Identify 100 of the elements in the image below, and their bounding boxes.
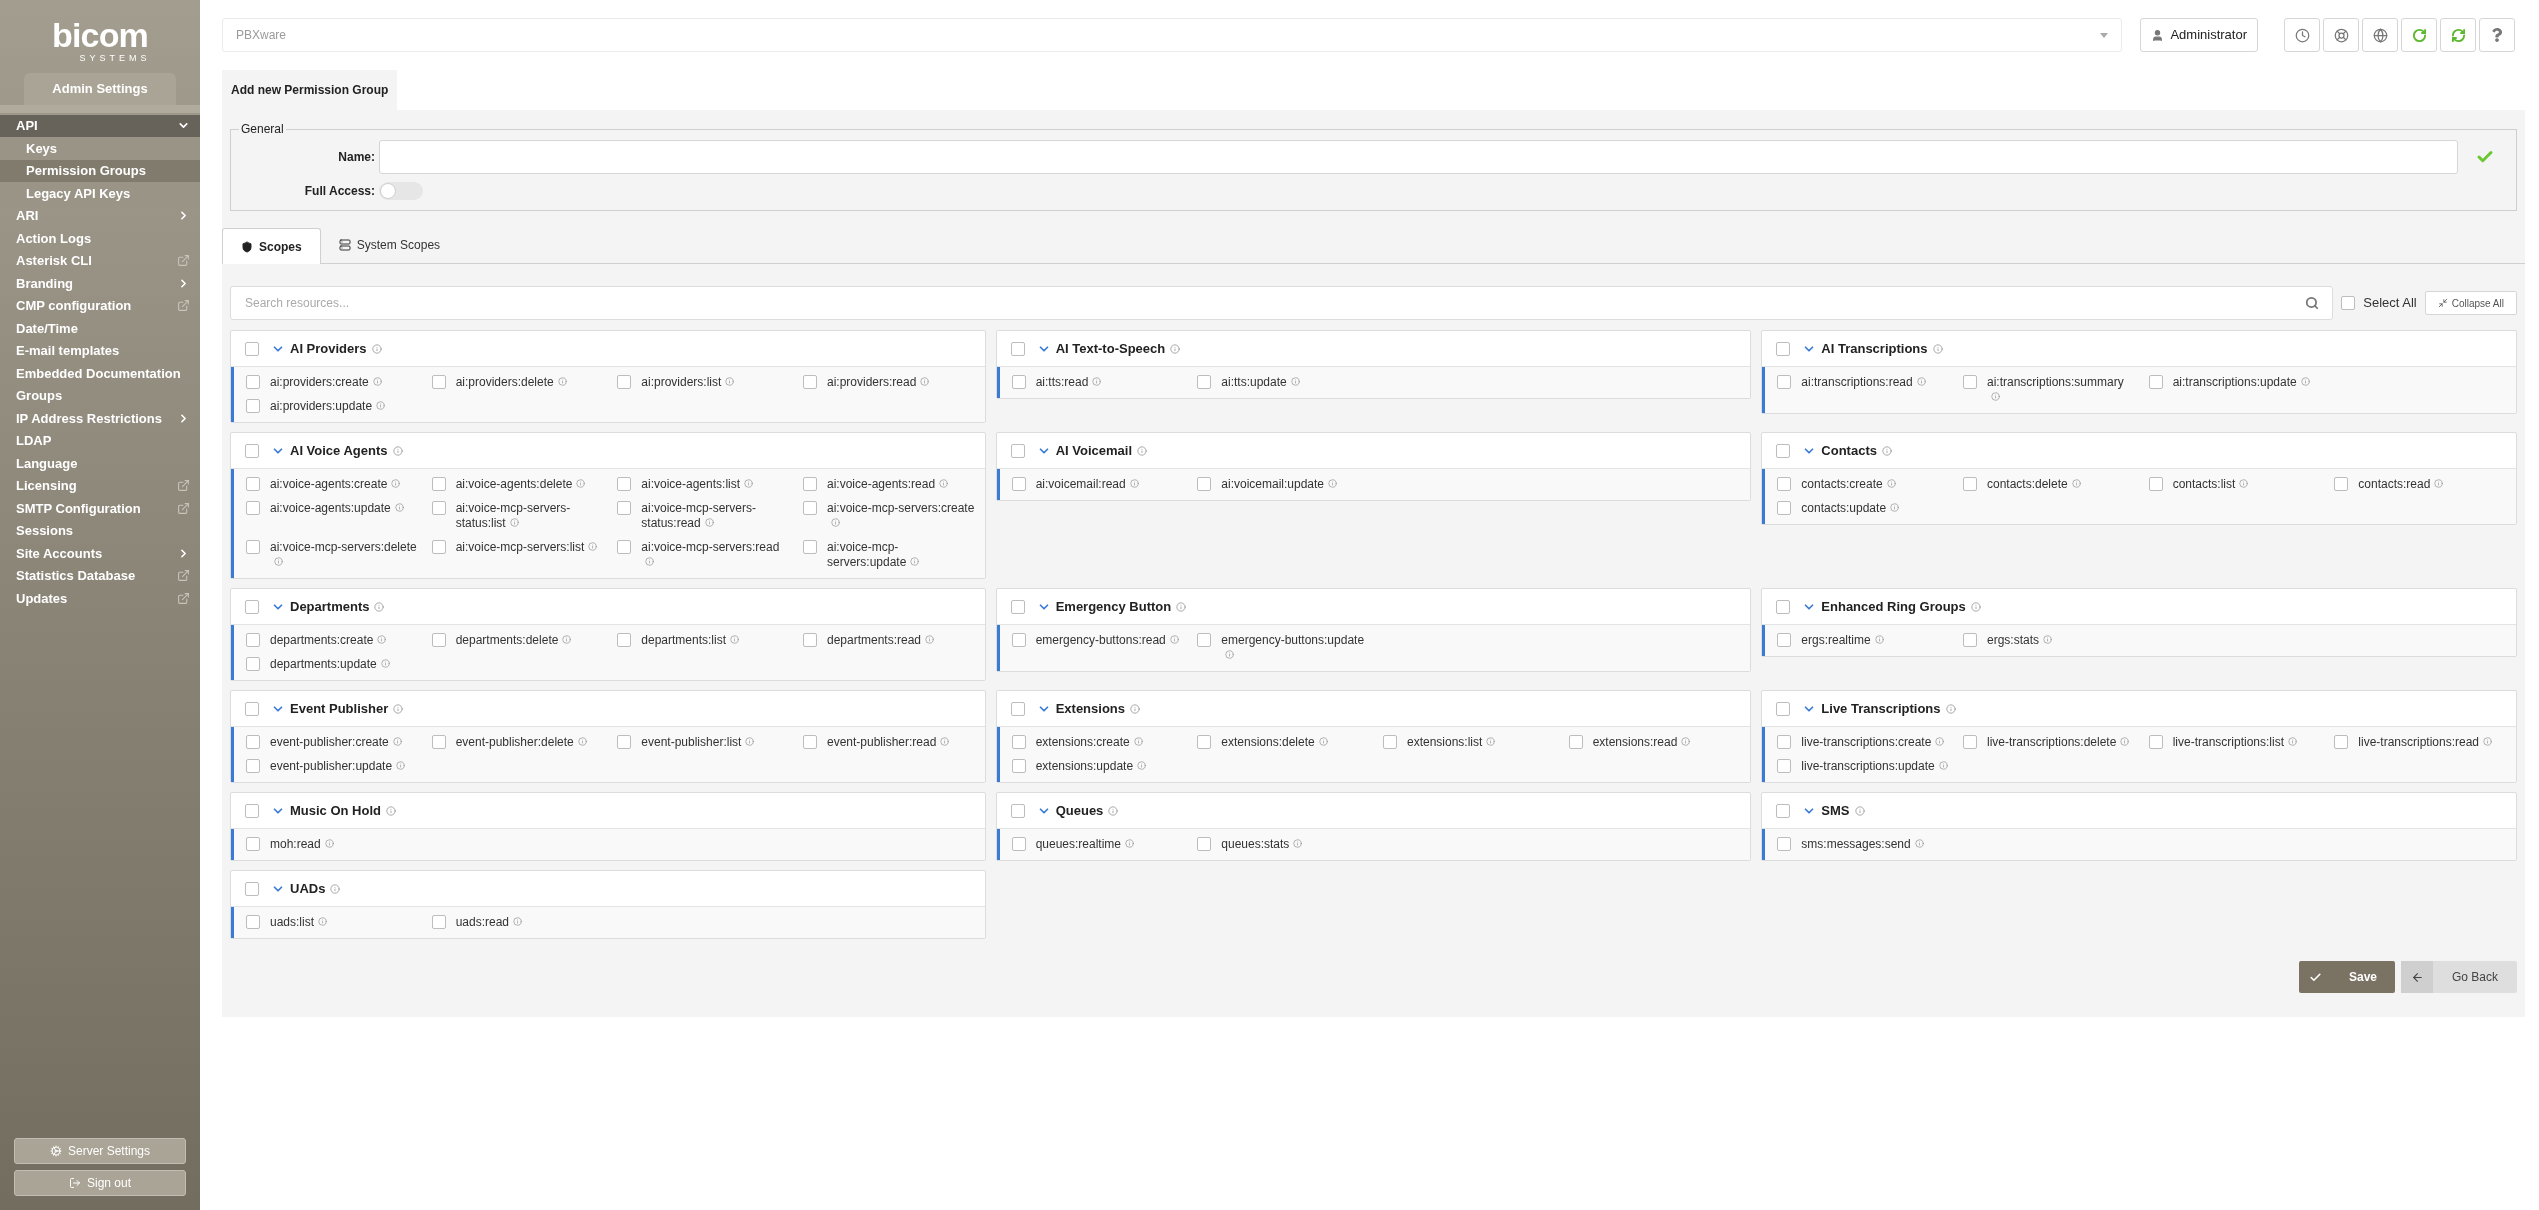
scope-checkbox[interactable]	[2334, 477, 2349, 491]
group-checkbox[interactable]	[1010, 701, 1025, 716]
sidebar-item[interactable]: Groups	[0, 384, 200, 407]
scope-checkbox[interactable]	[1777, 501, 1792, 515]
group-checkbox[interactable]	[1010, 443, 1025, 458]
help-button[interactable]	[2479, 18, 2515, 52]
group-toggle[interactable]: Event Publisher	[271, 698, 404, 719]
scope-checkbox[interactable]	[803, 477, 817, 491]
scope-checkbox[interactable]	[617, 540, 632, 554]
sidebar-item[interactable]: E-mail templates	[0, 339, 200, 362]
search-field[interactable]: Search resources...	[230, 286, 2334, 320]
sidebar-item[interactable]: LDAP	[0, 429, 200, 452]
sidebar-item[interactable]: Statistics Database	[0, 564, 200, 587]
group-checkbox[interactable]	[245, 443, 259, 458]
refresh-button[interactable]	[2440, 18, 2476, 52]
sign-out-button[interactable]: Sign out	[14, 1170, 186, 1196]
scope-checkbox[interactable]	[1777, 375, 1792, 389]
sidebar-item[interactable]: Licensing	[0, 474, 200, 497]
group-checkbox[interactable]	[1010, 341, 1025, 356]
scope-checkbox[interactable]	[2334, 735, 2349, 749]
sidebar-item[interactable]: Sessions	[0, 519, 200, 542]
sidebar-item[interactable]: Action Logs	[0, 227, 200, 250]
clock-button[interactable]	[2284, 18, 2320, 52]
group-toggle[interactable]: AI Transcriptions	[1802, 338, 1943, 359]
reload-button[interactable]	[2401, 18, 2437, 52]
scope-checkbox[interactable]	[431, 633, 446, 647]
group-toggle[interactable]: Enhanced Ring Groups	[1802, 596, 1981, 617]
scope-checkbox[interactable]	[1963, 375, 1977, 389]
group-toggle[interactable]: Music On Hold	[271, 800, 396, 821]
scope-checkbox[interactable]	[1777, 735, 1792, 749]
scope-checkbox[interactable]	[803, 540, 817, 554]
scope-checkbox[interactable]	[246, 915, 260, 929]
save-button[interactable]: Save	[2299, 961, 2395, 993]
group-toggle[interactable]: Queues	[1036, 800, 1119, 821]
lifebuoy-button[interactable]	[2323, 18, 2359, 52]
sidebar-item[interactable]: Embedded Documentation	[0, 362, 200, 385]
group-toggle[interactable]: Live Transcriptions	[1802, 698, 1956, 719]
scope-checkbox[interactable]	[1197, 633, 1212, 647]
group-toggle[interactable]: AI Voicemail	[1036, 440, 1147, 461]
scope-checkbox[interactable]	[2148, 477, 2163, 491]
sidebar-subitem[interactable]: Keys	[0, 137, 200, 160]
scope-checkbox[interactable]	[1568, 735, 1583, 749]
group-toggle[interactable]: UADs	[271, 878, 341, 899]
group-checkbox[interactable]	[245, 701, 259, 716]
sidebar-subitem[interactable]: Permission Groups	[0, 159, 200, 182]
scope-checkbox[interactable]	[246, 735, 260, 749]
scope-checkbox[interactable]	[1011, 633, 1026, 647]
scope-checkbox[interactable]	[431, 915, 446, 929]
scope-checkbox[interactable]	[1011, 759, 1026, 773]
scope-checkbox[interactable]	[431, 477, 446, 491]
group-toggle[interactable]: AI Providers	[271, 338, 382, 359]
scope-checkbox[interactable]	[803, 375, 817, 389]
scope-checkbox[interactable]	[1197, 375, 1212, 389]
scope-checkbox[interactable]	[1777, 759, 1792, 773]
scope-checkbox[interactable]	[1963, 735, 1977, 749]
group-checkbox[interactable]	[245, 341, 259, 356]
collapse-all-button[interactable]: Collapse All	[2424, 291, 2517, 315]
scope-checkbox[interactable]	[246, 657, 260, 671]
scope-checkbox[interactable]	[803, 735, 817, 749]
globe-button[interactable]	[2362, 18, 2398, 52]
group-toggle[interactable]: AI Voice Agents	[271, 440, 403, 461]
scope-checkbox[interactable]	[431, 501, 446, 515]
user-button[interactable]: Administrator	[2140, 18, 2258, 52]
group-toggle[interactable]: AI Text-to-Speech	[1036, 338, 1181, 359]
sidebar-item[interactable]: API	[0, 114, 200, 137]
sidebar-item[interactable]: ARI	[0, 204, 200, 227]
group-checkbox[interactable]	[1776, 341, 1791, 356]
scope-tab[interactable]: System Scopes	[320, 227, 459, 263]
group-toggle[interactable]: SMS	[1802, 800, 1865, 821]
group-toggle[interactable]: Departments	[271, 596, 385, 617]
scope-checkbox[interactable]	[246, 837, 260, 851]
group-checkbox[interactable]	[245, 803, 259, 818]
scope-checkbox[interactable]	[1963, 633, 1977, 647]
server-settings-button[interactable]: Server Settings	[14, 1138, 186, 1164]
full-access-switch[interactable]	[379, 182, 423, 200]
group-checkbox[interactable]	[1010, 803, 1025, 818]
scope-checkbox[interactable]	[246, 759, 260, 773]
scope-checkbox[interactable]	[803, 633, 817, 647]
sidebar-item[interactable]: Language	[0, 452, 200, 475]
scope-checkbox[interactable]	[431, 375, 446, 389]
scope-checkbox[interactable]	[617, 501, 632, 515]
scope-checkbox[interactable]	[1197, 477, 1212, 491]
sidebar-item[interactable]: Asterisk CLI	[0, 249, 200, 272]
scope-tab[interactable]: Scopes	[222, 228, 321, 264]
group-toggle[interactable]: Emergency Button	[1036, 596, 1187, 617]
scope-checkbox[interactable]	[1011, 477, 1026, 491]
sidebar-item[interactable]: Branding	[0, 272, 200, 295]
scope-checkbox[interactable]	[1777, 837, 1792, 851]
scope-checkbox[interactable]	[617, 477, 632, 491]
scope-checkbox[interactable]	[617, 375, 632, 389]
sidebar-item[interactable]: Date/Time	[0, 317, 200, 340]
name-input[interactable]	[379, 140, 2458, 174]
group-checkbox[interactable]	[1010, 599, 1025, 614]
scope-checkbox[interactable]	[246, 477, 260, 491]
scope-checkbox[interactable]	[1011, 375, 1026, 389]
sidebar-item[interactable]: SMTP Configuration	[0, 497, 200, 520]
scope-checkbox[interactable]	[246, 399, 260, 413]
group-checkbox[interactable]	[1776, 599, 1791, 614]
server-select[interactable]: PBXware	[222, 18, 2123, 52]
select-all-checkbox[interactable]	[2341, 296, 2356, 310]
